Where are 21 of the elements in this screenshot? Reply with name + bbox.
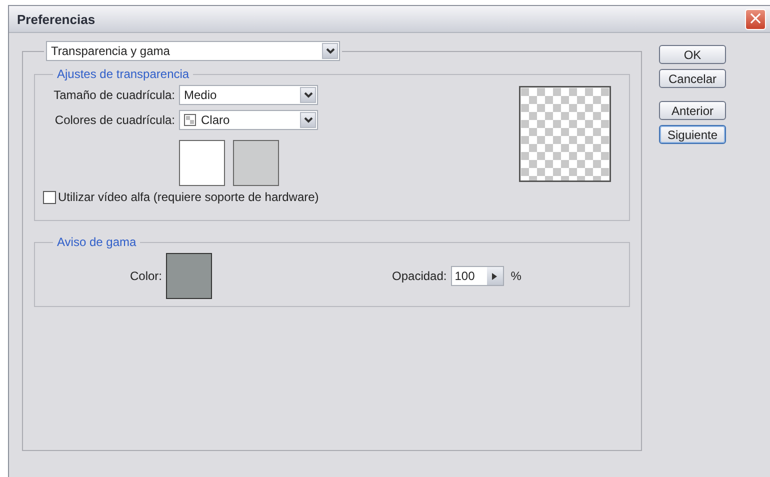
color-swatch[interactable] <box>179 140 225 186</box>
color-swatch[interactable] <box>166 253 212 299</box>
field-label: Colores de cuadrícula: <box>54 113 175 127</box>
opacity-field[interactable]: 100 <box>450 266 504 286</box>
dialog-button[interactable]: Cancelar <box>659 69 726 88</box>
field-label: Color: <box>130 269 162 283</box>
group-title: Aviso de gama <box>57 235 136 249</box>
window-title: Preferencias <box>17 12 96 26</box>
group-title: Ajustes de transparencia <box>57 67 190 81</box>
unit-label: % <box>510 269 522 283</box>
alpha-video-checkbox[interactable]: Utilizar vídeo alfa (requiere soporte de hardware) <box>43 190 319 204</box>
dialog-button[interactable]: OK <box>659 45 726 64</box>
color-swatch[interactable] <box>233 140 279 186</box>
checker-icon <box>184 114 196 126</box>
field-label: Opacidad: <box>392 269 447 283</box>
grid-size-dropdown[interactable]: Medio <box>179 85 318 105</box>
field-label: Tamaño de cuadrícula: <box>52 88 175 102</box>
dialog-button[interactable]: Siguiente <box>659 125 726 144</box>
section-dropdown[interactable]: Transparencia y gama <box>46 41 340 61</box>
dialog-button[interactable]: Anterior <box>659 101 726 120</box>
grid-colors-dropdown[interactable]: Claro <box>179 110 318 130</box>
